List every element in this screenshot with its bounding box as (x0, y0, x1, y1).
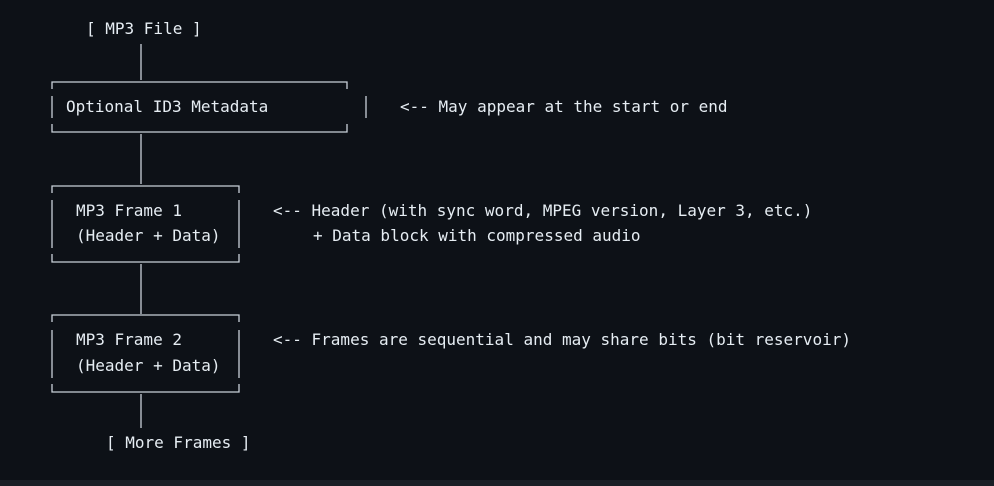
frame1-note-header: <-- Header (with sync word, MPEG version… (273, 201, 813, 220)
frame1-subtitle: (Header + Data) (76, 226, 221, 245)
frame1-box-top (51, 185, 240, 193)
frame2-box-top (51, 314, 240, 322)
id3-box-bottom (51, 124, 348, 133)
frame1-box-bottom (51, 254, 240, 263)
id3-box-top (51, 81, 348, 89)
id3-note: <-- May appear at the start or end (400, 97, 728, 116)
frame2-box-bottom (51, 384, 240, 393)
mp3-structure-diagram: [ MP3 File ] Optional ID3 Metadata <-- M… (0, 0, 994, 480)
frame1-title: MP3 Frame 1 (76, 201, 182, 220)
frame2-subtitle: (Header + Data) (76, 356, 221, 375)
frame1-note-data: + Data block with compressed audio (313, 226, 641, 245)
frame2-note: <-- Frames are sequential and may share … (273, 330, 851, 349)
more-frames-label: [ More Frames ] (106, 433, 251, 452)
mp3-file-label: [ MP3 File ] (86, 19, 202, 38)
id3-box-label: Optional ID3 Metadata (66, 97, 269, 116)
frame2-title: MP3 Frame 2 (76, 330, 182, 349)
bottom-strip (0, 480, 994, 486)
